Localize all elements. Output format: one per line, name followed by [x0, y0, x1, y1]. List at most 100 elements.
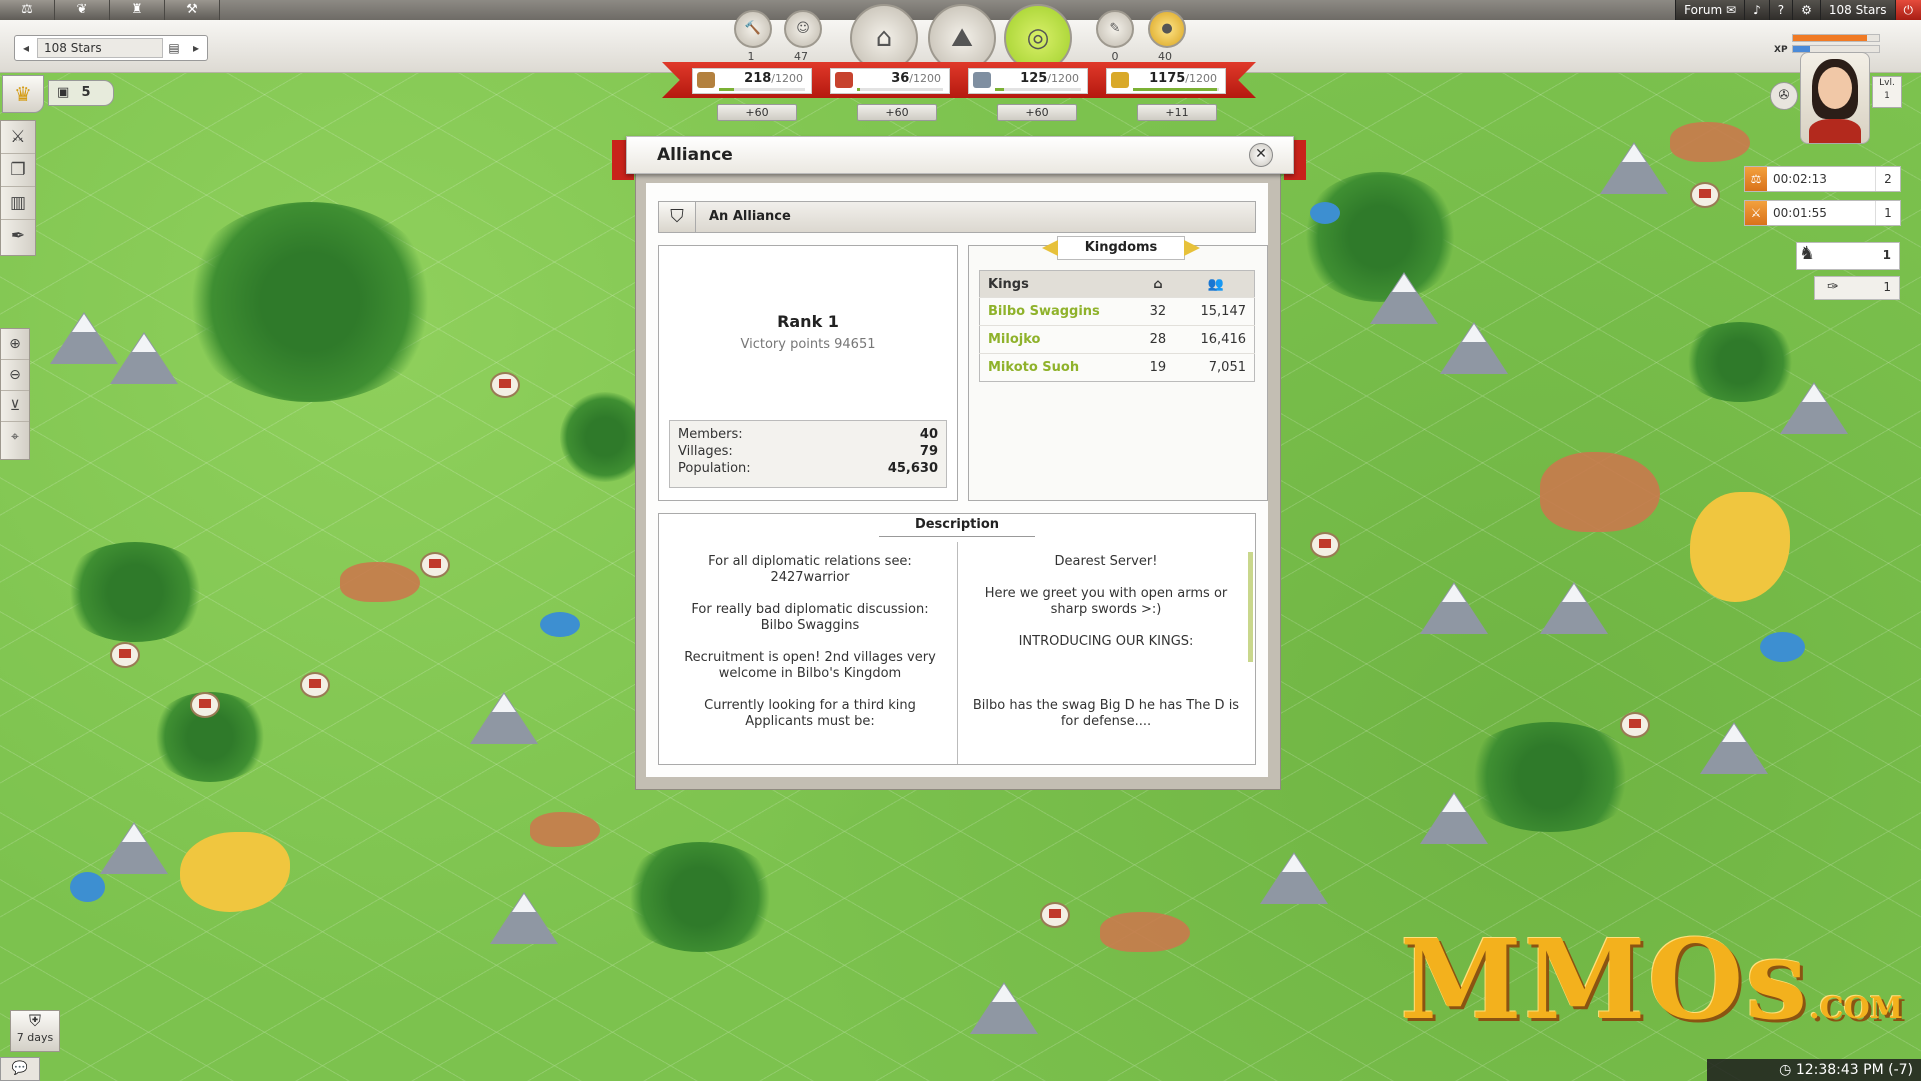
- king-villages: 32: [1137, 297, 1178, 326]
- gold-icon[interactable]: ●: [1148, 10, 1186, 48]
- chat-icon: ✉: [1726, 3, 1737, 17]
- feather-icon: ✑: [1827, 279, 1839, 295]
- location-pin-icon[interactable]: ⌖: [1, 422, 29, 452]
- crown-counter: ▣ 5: [48, 80, 114, 106]
- resource-fill-bar: [995, 88, 1081, 91]
- level-value: 1: [1884, 91, 1890, 101]
- help-icon[interactable]: ?: [1768, 0, 1793, 20]
- chat-icon[interactable]: 💬: [0, 1057, 40, 1081]
- resource-amount: 1175/1200: [1149, 71, 1217, 86]
- dialog-title: Alliance: [657, 145, 733, 165]
- prev-arrow-icon[interactable]: ◂: [15, 41, 37, 55]
- protection-days-badge[interactable]: ⛨ 7 days: [10, 1010, 60, 1052]
- zoom-out-icon[interactable]: ⊖: [1, 360, 29, 391]
- close-icon[interactable]: ✕: [1249, 143, 1273, 167]
- description-scrollbar[interactable]: [1248, 552, 1253, 662]
- stat-label: Villages:: [678, 444, 733, 459]
- statistics-icon[interactable]: ▥: [1, 187, 35, 220]
- dialog-content: ⛉ An Alliance Rank 1 Victory points 9465…: [646, 183, 1268, 777]
- forum-button[interactable]: Forum ✉: [1675, 0, 1745, 20]
- scales-icon[interactable]: ⚖: [0, 0, 55, 20]
- gear-icon[interactable]: ⚙: [1792, 0, 1820, 20]
- description-left[interactable]: For all diplomatic relations see: 2427wa…: [675, 554, 945, 754]
- timer-row-2[interactable]: ⚔ 00:01:55 1: [1744, 200, 1901, 226]
- king-name-link[interactable]: Bilbo Swaggins: [979, 297, 1138, 326]
- swords-icon[interactable]: ⚔: [1, 121, 35, 154]
- resource-crop[interactable]: 1175/1200: [1106, 68, 1226, 94]
- resource-fill-bar: [1133, 88, 1219, 91]
- production-clay[interactable]: +60: [857, 104, 937, 121]
- crown-button[interactable]: ♛: [2, 75, 44, 113]
- resource-amount: 125/1200: [1020, 71, 1079, 86]
- production-crop[interactable]: +11: [1137, 104, 1217, 121]
- power-icon[interactable]: ⏻: [1894, 0, 1921, 20]
- crown-count: 5: [81, 85, 91, 100]
- sound-icon[interactable]: ♪: [1744, 0, 1769, 20]
- watermark-suffix: .COM: [1809, 991, 1903, 1026]
- king-name-link[interactable]: Mikoto Suoh: [979, 353, 1138, 382]
- description-paragraph: For really bad diplomatic discussion: Bi…: [691, 602, 929, 633]
- rank-label: Rank 1: [777, 312, 839, 331]
- helmet-icon[interactable]: ♜: [110, 0, 165, 20]
- timer-row-1[interactable]: ⚖ 00:02:13 2: [1744, 166, 1901, 192]
- next-arrow-icon[interactable]: ▸: [185, 41, 207, 55]
- timer-count: 1: [1875, 201, 1900, 225]
- dialog-header: Alliance ✕: [626, 136, 1294, 174]
- resource-fill-bar: [719, 88, 805, 91]
- timer-time: 00:01:55: [1773, 206, 1827, 220]
- shield-icon: ⛨: [28, 1011, 41, 1030]
- kings-header: Kings: [979, 270, 1138, 298]
- box-icon: ▣: [57, 85, 70, 100]
- victory-points: Victory points 94651: [740, 337, 876, 352]
- kingdoms-title: Kingdoms: [1042, 236, 1200, 260]
- xp-label: XP: [1774, 45, 1788, 55]
- watermark-text: MMOs: [1400, 915, 1810, 1044]
- player-avatar[interactable]: [1800, 52, 1870, 144]
- tools-icon[interactable]: ⚒: [165, 0, 220, 20]
- hero-slot-2[interactable]: ✑ 1: [1814, 276, 1900, 300]
- reports-icon[interactable]: ✎: [1096, 10, 1134, 48]
- production-list: +60 +60 +60 +11: [717, 104, 1217, 121]
- resource-iron[interactable]: 125/1200: [968, 68, 1088, 94]
- production-wood[interactable]: +60: [717, 104, 797, 121]
- description-paragraph: Dearest Server!: [1054, 554, 1158, 569]
- zoom-in-icon[interactable]: ⊕: [1, 329, 29, 360]
- king-name-link[interactable]: Milojko: [979, 325, 1138, 354]
- description-paragraph: Bilbo has the swag Big D he has The D is…: [972, 698, 1240, 729]
- resource-fill-bar: [857, 88, 943, 91]
- rank-panel: Rank 1 Victory points 94651 Members: 40 V…: [658, 245, 958, 501]
- server-clock: ◷ 12:38:43 PM (-7): [1707, 1059, 1921, 1081]
- shield-icon: ⛉: [659, 202, 696, 232]
- filter-icon[interactable]: ⊻: [1, 391, 29, 422]
- hero-slot-count: 1: [1883, 280, 1891, 294]
- left-toolbar: ⚔ ❐ ▥ ✒: [0, 120, 36, 256]
- resource-list: 218/1200 36/1200 125/1200 1175/1200: [692, 68, 1226, 94]
- description-right[interactable]: Dearest Server! Here we greet you with o…: [971, 554, 1241, 754]
- leaf-icon[interactable]: ❦: [55, 0, 110, 20]
- resource-amount: 36/1200: [891, 71, 941, 86]
- swords-icon: ⚔: [1745, 201, 1767, 225]
- resource-wood[interactable]: 218/1200: [692, 68, 812, 94]
- kings-table: Kings ⌂ 👥 Bilbo Swaggins 32 15,147 Miloj…: [979, 270, 1255, 382]
- hammer-icon[interactable]: 🔨: [734, 10, 772, 48]
- description-paragraph: Recruitment is open! 2nd villages very w…: [684, 650, 936, 681]
- xp-bars: [1792, 34, 1880, 54]
- resource-clay[interactable]: 36/1200: [830, 68, 950, 94]
- quill-icon[interactable]: ✒: [1, 220, 35, 252]
- book-icon[interactable]: ❐: [1, 154, 35, 187]
- list-icon[interactable]: ▤: [163, 41, 185, 55]
- days-label: 7 days: [16, 1031, 54, 1044]
- hero-slot-1[interactable]: ♞ 1: [1796, 242, 1900, 270]
- map-toolbar: ⊕ ⊖ ⊻ ⌖: [0, 328, 30, 460]
- production-iron[interactable]: +60: [997, 104, 1077, 121]
- top-left-menu: ⚖ ❦ ♜ ⚒: [0, 0, 220, 20]
- server-selector[interactable]: ◂ 108 Stars ▤ ▸: [14, 35, 208, 61]
- compass-icon[interactable]: ✇: [1770, 82, 1798, 110]
- king-villages: 28: [1137, 325, 1178, 354]
- alliance-stats: Members: 40 Villages: 79 Population: 45,630: [669, 420, 947, 488]
- villages-column-icon: ⌂: [1137, 270, 1178, 298]
- hero-icon[interactable]: ☺: [784, 10, 822, 48]
- population-column-icon: 👥: [1177, 270, 1255, 298]
- stat-row: Population: 45,630: [670, 460, 946, 477]
- description-paragraph: [971, 666, 1241, 682]
